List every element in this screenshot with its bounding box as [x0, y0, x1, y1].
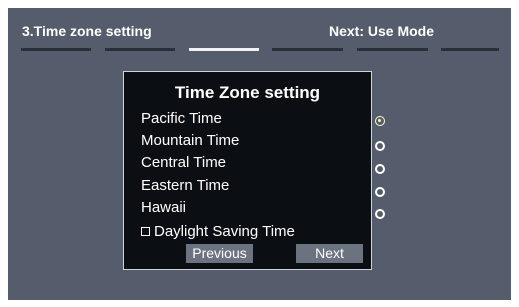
dialog-title: Time Zone setting	[174, 83, 321, 102]
radio-selected-icon[interactable]	[375, 116, 385, 126]
radio-unselected-icon[interactable]	[375, 141, 385, 151]
progress-segment	[357, 48, 428, 51]
progress-segment	[441, 48, 499, 51]
setup-screen: 3.Time zone setting Next: Use Mode Time …	[8, 8, 511, 300]
progress-segment	[272, 48, 343, 51]
daylight-saving-checkbox[interactable]	[141, 227, 150, 236]
time-zone-label: Central Time	[141, 154, 227, 171]
time-zone-option-hawaii[interactable]: Hawaii	[141, 199, 385, 221]
radio-unselected-icon[interactable]	[375, 209, 385, 219]
progress-segment	[105, 48, 175, 51]
time-zone-label: Pacific Time	[141, 110, 222, 127]
time-zone-dialog: Time Zone setting Pacific Time Mountain …	[123, 71, 385, 270]
radio-unselected-icon[interactable]	[375, 164, 385, 174]
daylight-saving-label: Daylight Saving Time	[154, 223, 295, 240]
next-button[interactable]: Next	[296, 244, 363, 263]
previous-button[interactable]: Previous	[186, 244, 253, 263]
progress-segment	[21, 48, 91, 51]
time-zone-label: Eastern Time	[141, 177, 230, 194]
time-zone-label: Hawaii	[141, 199, 187, 216]
radio-unselected-icon[interactable]	[375, 187, 385, 197]
time-zone-label: Mountain Time	[141, 132, 240, 149]
time-zone-option-pacific[interactable]: Pacific Time	[141, 110, 385, 132]
time-zone-option-mountain[interactable]: Mountain Time	[141, 132, 385, 154]
time-zone-option-central[interactable]: Central Time	[141, 154, 385, 176]
progress-segment-current	[189, 48, 259, 51]
wizard-header: 3.Time zone setting Next: Use Mode	[8, 8, 511, 56]
step-title: 3.Time zone setting	[22, 23, 152, 39]
next-step-label: Next: Use Mode	[329, 23, 435, 39]
time-zone-option-eastern[interactable]: Eastern Time	[141, 177, 385, 199]
daylight-saving-option[interactable]: Daylight Saving Time	[141, 223, 341, 243]
